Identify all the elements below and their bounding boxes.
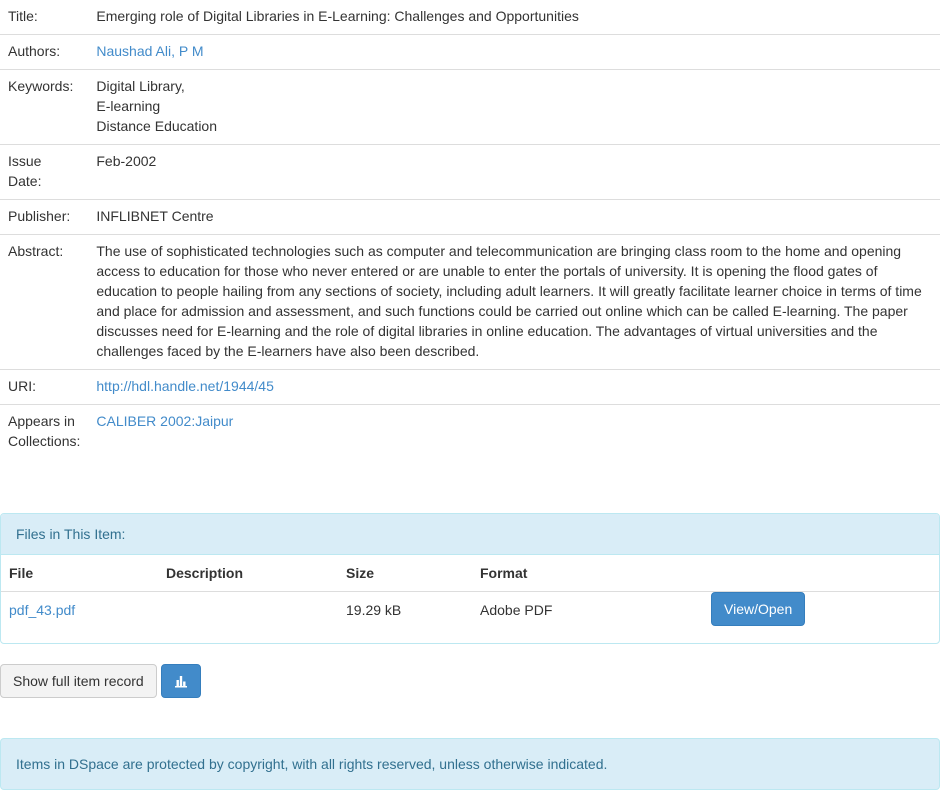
metadata-row-abstract: Abstract: The use of sophisticated techn…: [0, 234, 940, 370]
column-header-file: File: [1, 555, 158, 592]
metadata-row-issue-date: Issue Date: Feb-2002: [0, 144, 940, 200]
author-link[interactable]: Naushad Ali, P M: [96, 43, 203, 59]
keyword-item: Digital Library,: [96, 78, 185, 94]
collection-link[interactable]: CALIBER 2002:Jaipur: [96, 413, 233, 429]
file-description: [158, 592, 338, 635]
keyword-item: E-learning: [96, 98, 161, 114]
authors-label: Authors:: [0, 34, 89, 70]
files-panel-heading: Files in This Item:: [1, 514, 939, 555]
title-value: Emerging role of Digital Libraries in E-…: [96, 8, 579, 24]
uri-label: URI:: [0, 369, 89, 405]
file-size: 19.29 kB: [346, 602, 402, 618]
metadata-row-authors: Authors: Naushad Ali, P M: [0, 34, 940, 70]
file-link[interactable]: pdf_43.pdf: [9, 602, 75, 618]
metadata-row-publisher: Publisher: INFLIBNET Centre: [0, 199, 940, 235]
issue-date-value: Feb-2002: [88, 144, 940, 200]
keyword-item: Distance Education: [96, 118, 218, 134]
keywords-label: Keywords:: [0, 69, 89, 145]
publisher-label: Publisher:: [0, 199, 89, 235]
column-header-description: Description: [158, 555, 338, 592]
statistics-button[interactable]: [160, 664, 201, 698]
file-row: pdf_43.pdf 19.29 kB Adobe PDF View/Open: [1, 592, 939, 635]
files-table: File Description Size Format pdf_43.pdf …: [1, 555, 939, 634]
file-format: Adobe PDF: [480, 602, 553, 618]
uri-link[interactable]: http://hdl.handle.net/1944/45: [96, 378, 273, 394]
column-header-size: Size: [338, 555, 472, 592]
files-header-row: File Description Size Format: [1, 555, 939, 592]
view-open-button[interactable]: View/Open: [711, 592, 806, 626]
title-label: Title:: [8, 8, 38, 24]
files-panel: Files in This Item: File Description Siz…: [0, 513, 940, 644]
column-header-format: Format: [472, 555, 703, 592]
metadata-row-keywords: Keywords: Digital Library, E-learning Di…: [0, 69, 940, 145]
metadata-row-title: Title: Emerging role of Digital Librarie…: [0, 0, 940, 35]
copyright-notice: Items in DSpace are protected by copyrig…: [0, 738, 940, 790]
publisher-value: INFLIBNET Centre: [88, 199, 940, 235]
show-full-record-button[interactable]: Show full item record: [0, 664, 157, 698]
issue-date-label: Issue Date:: [0, 144, 89, 200]
abstract-label: Abstract:: [0, 234, 89, 370]
metadata-row-uri: URI: http://hdl.handle.net/1944/45: [0, 369, 940, 405]
item-actions: Show full item record: [0, 664, 201, 698]
collections-label: Appears in Collections:: [0, 404, 89, 459]
item-metadata-table: Title: Emerging role of Digital Librarie…: [0, 0, 940, 459]
bar-chart-icon: [174, 676, 187, 688]
metadata-row-collections: Appears in Collections: CALIBER 2002:Jai…: [0, 404, 940, 459]
abstract-value: The use of sophisticated technologies su…: [88, 234, 940, 370]
